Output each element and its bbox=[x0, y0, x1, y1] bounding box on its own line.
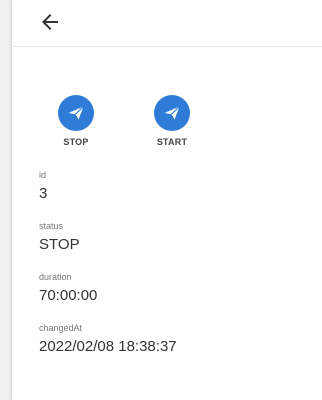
send-icon bbox=[164, 105, 180, 120]
field-value: 70:00:00 bbox=[39, 287, 98, 304]
field-status: status STOP bbox=[39, 219, 177, 256]
field-label: duration bbox=[39, 272, 72, 282]
field-value: 2022/02/08 18:38:37 bbox=[39, 338, 177, 355]
field-changed-at: changedAt 2022/02/08 18:38:37 bbox=[39, 321, 177, 358]
start-button-circle bbox=[154, 95, 190, 131]
stop-button-circle bbox=[58, 95, 94, 131]
action-buttons: STOP START bbox=[46, 95, 202, 147]
back-button[interactable] bbox=[32, 4, 68, 40]
field-value: 3 bbox=[39, 185, 48, 202]
field-value: STOP bbox=[39, 236, 80, 253]
arrow-left-icon bbox=[42, 14, 58, 30]
app-bar bbox=[12, 0, 322, 47]
field-duration: duration 70:00:00 bbox=[39, 270, 177, 307]
start-button[interactable]: START bbox=[142, 95, 202, 147]
start-button-label: START bbox=[156, 137, 188, 147]
field-label: status bbox=[39, 221, 64, 231]
stop-button[interactable]: STOP bbox=[46, 95, 106, 147]
field-label: changedAt bbox=[39, 323, 83, 333]
field-id: id 3 bbox=[39, 168, 177, 205]
send-icon bbox=[68, 105, 84, 120]
stop-button-label: STOP bbox=[63, 137, 89, 147]
detail-fields: id 3 status STOP duration 70:00:00 chang… bbox=[39, 168, 177, 372]
field-label: id bbox=[39, 170, 47, 180]
